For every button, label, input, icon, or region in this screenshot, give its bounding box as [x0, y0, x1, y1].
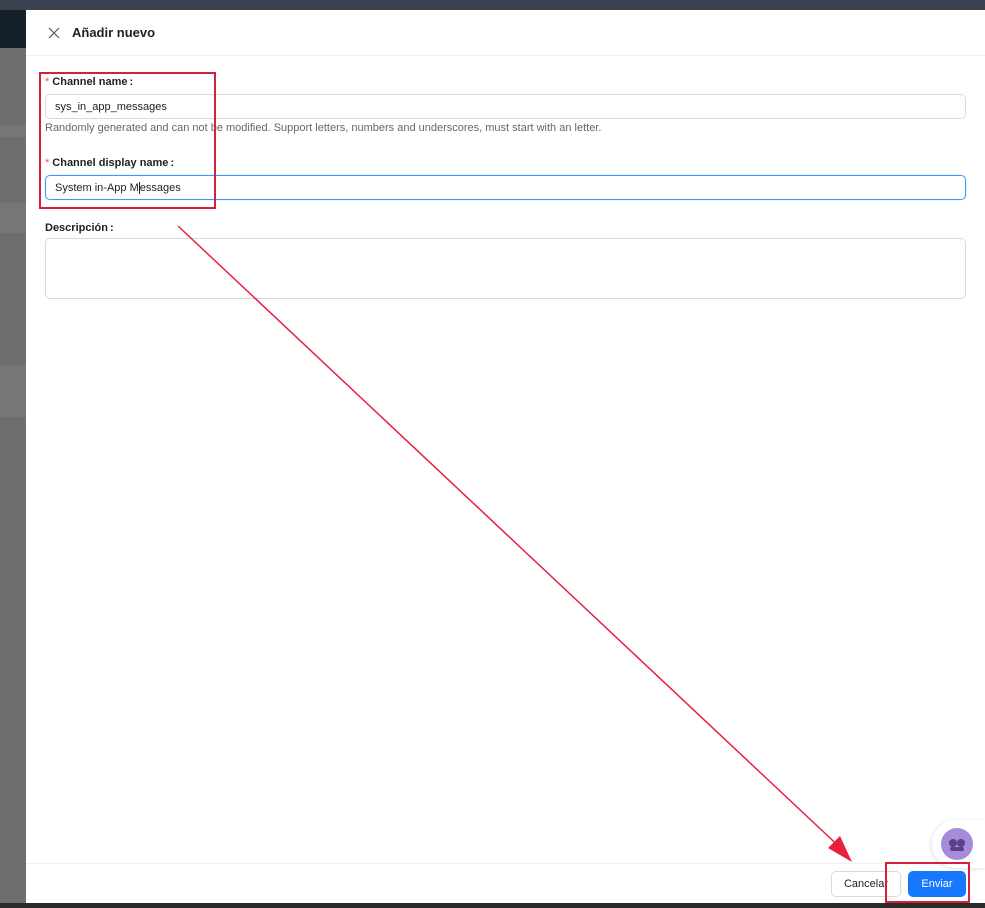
- annotation-arrow-icon: [177, 225, 852, 862]
